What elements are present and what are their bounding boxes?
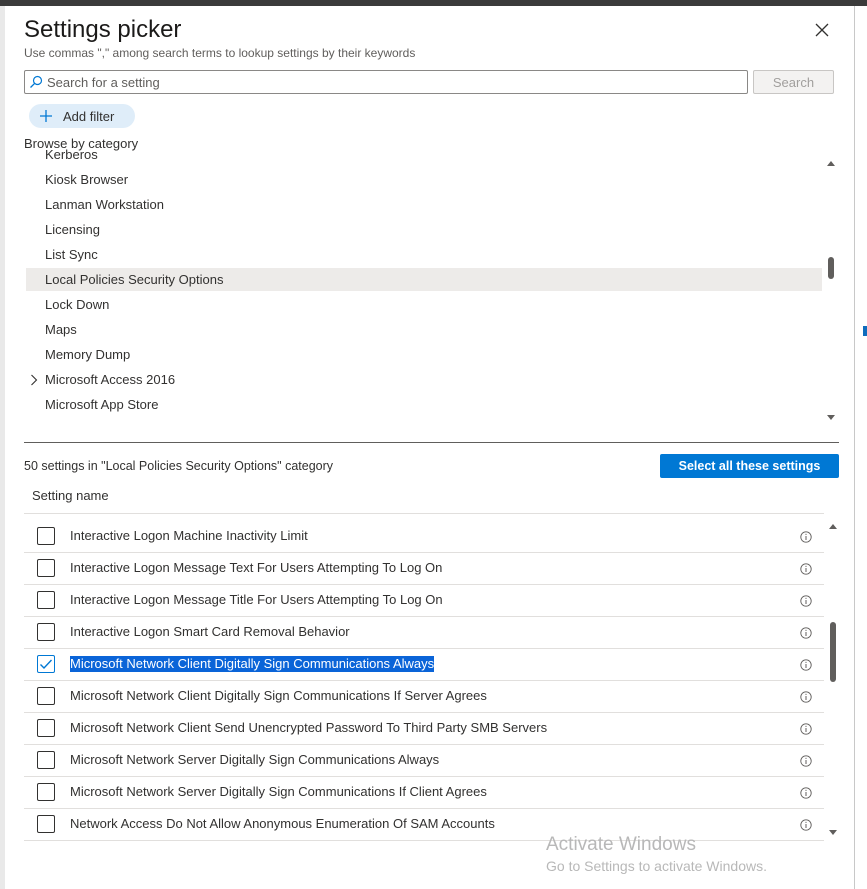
- setting-row[interactable]: Microsoft Network Server Digitally Sign …: [24, 745, 824, 777]
- column-header-divider: [24, 513, 824, 514]
- scroll-up-arrow-icon[interactable]: [829, 524, 837, 529]
- info-icon[interactable]: [800, 691, 812, 703]
- category-item-licensing[interactable]: Licensing: [26, 218, 822, 241]
- category-item-microsoft-access-2016[interactable]: Microsoft Access 2016: [26, 368, 822, 391]
- scroll-up-arrow-icon[interactable]: [827, 161, 835, 166]
- background-accent-mark: [863, 326, 867, 336]
- select-all-settings-button[interactable]: Select all these settings: [660, 454, 839, 478]
- watermark-subtitle: Go to Settings to activate Windows.: [546, 858, 767, 874]
- setting-row[interactable]: Microsoft Network Client Digitally Sign …: [24, 681, 824, 713]
- scroll-down-arrow-icon[interactable]: [829, 830, 837, 835]
- close-button[interactable]: [812, 20, 832, 40]
- setting-label: Microsoft Network Client Digitally Sign …: [70, 656, 435, 672]
- setting-label: Microsoft Network Client Send Unencrypte…: [70, 720, 548, 735]
- setting-checkbox[interactable]: [37, 559, 55, 577]
- dialog-title: Settings picker: [24, 16, 182, 43]
- category-label: Maps: [45, 322, 77, 337]
- setting-checkbox[interactable]: [37, 815, 55, 833]
- category-label: List Sync: [45, 247, 98, 262]
- info-icon[interactable]: [800, 531, 812, 543]
- category-label: Licensing: [45, 222, 100, 237]
- category-label: Kerberos: [45, 147, 98, 162]
- add-filter-button[interactable]: Add filter: [29, 104, 135, 128]
- info-icon[interactable]: [800, 755, 812, 767]
- background-page-edge: [854, 6, 867, 889]
- settings-scrollbar[interactable]: [826, 522, 840, 842]
- category-label: Memory Dump: [45, 347, 131, 362]
- setting-row[interactable]: Interactive Logon Message Text For Users…: [24, 553, 824, 585]
- category-label: Microsoft App Store: [45, 397, 159, 412]
- setting-row[interactable]: Microsoft Network Client Send Unencrypte…: [24, 713, 824, 745]
- category-scrollbar[interactable]: [824, 159, 838, 429]
- category-item-local-policies-security-options[interactable]: Local Policies Security Options: [26, 268, 822, 291]
- setting-label: Interactive Logon Message Text For Users…: [70, 560, 443, 575]
- info-icon[interactable]: [800, 787, 812, 799]
- scrollbar-thumb[interactable]: [828, 257, 834, 279]
- setting-checkbox[interactable]: [37, 687, 55, 705]
- setting-row[interactable]: Interactive Logon Message Title For User…: [24, 585, 824, 617]
- checkmark-icon: [40, 659, 53, 670]
- setting-label: Interactive Logon Machine Inactivity Lim…: [70, 528, 308, 543]
- add-filter-label: Add filter: [63, 108, 115, 124]
- setting-label: Microsoft Network Server Digitally Sign …: [70, 752, 440, 767]
- setting-label: Interactive Logon Smart Card Removal Beh…: [70, 624, 350, 639]
- category-item-kerberos[interactable]: Kerberos: [26, 147, 822, 166]
- scrollbar-thumb[interactable]: [830, 622, 836, 682]
- plus-icon: [33, 110, 59, 122]
- search-box[interactable]: [24, 70, 748, 94]
- category-item-maps[interactable]: Maps: [26, 318, 822, 341]
- category-label: Microsoft Access 2016: [45, 372, 176, 387]
- chevron-right-icon[interactable]: [30, 368, 40, 391]
- info-icon[interactable]: [800, 627, 812, 639]
- category-label: Lock Down: [45, 297, 110, 312]
- info-icon[interactable]: [800, 563, 812, 575]
- setting-checkbox[interactable]: [37, 719, 55, 737]
- watermark-title: Activate Windows: [546, 834, 696, 855]
- setting-row[interactable]: Interactive Logon Smart Card Removal Beh…: [24, 617, 824, 649]
- setting-checkbox[interactable]: [37, 751, 55, 769]
- category-item-kiosk-browser[interactable]: Kiosk Browser: [26, 168, 822, 191]
- category-label: Local Policies Security Options: [45, 272, 224, 287]
- category-label: Kiosk Browser: [45, 172, 129, 187]
- category-item-lanman-workstation[interactable]: Lanman Workstation: [26, 193, 822, 216]
- info-icon[interactable]: [800, 723, 812, 735]
- category-item-memory-dump[interactable]: Memory Dump: [26, 343, 822, 366]
- setting-checkbox[interactable]: [37, 527, 55, 545]
- settings-list: Interactive Logon Machine Inactivity Lim…: [24, 521, 824, 841]
- category-item-list-sync[interactable]: List Sync: [26, 243, 822, 266]
- settings-picker-dialog: Settings picker Use commas "," among sea…: [5, 6, 854, 889]
- dialog-subtitle: Use commas "," among search terms to loo…: [24, 46, 416, 60]
- scroll-down-arrow-icon[interactable]: [827, 415, 835, 420]
- setting-row[interactable]: Microsoft Network Server Digitally Sign …: [24, 777, 824, 809]
- setting-checkbox[interactable]: [37, 591, 55, 609]
- close-icon: [815, 23, 829, 37]
- info-icon[interactable]: [800, 659, 812, 671]
- setting-name-column-header: Setting name: [32, 488, 109, 503]
- info-icon[interactable]: [800, 595, 812, 607]
- search-input[interactable]: [47, 74, 747, 90]
- category-item-lock-down[interactable]: Lock Down: [26, 293, 822, 316]
- setting-label: Network Access Do Not Allow Anonymous En…: [70, 816, 495, 831]
- category-list: Kerberos Kiosk Browser Lanman Workstatio…: [26, 147, 822, 429]
- search-icon: [25, 71, 47, 93]
- setting-checkbox[interactable]: [37, 623, 55, 641]
- setting-row[interactable]: Microsoft Network Client Digitally Sign …: [24, 649, 824, 681]
- category-label: Lanman Workstation: [45, 197, 164, 212]
- category-item-microsoft-app-store[interactable]: Microsoft App Store: [26, 393, 822, 416]
- settings-count-label: 50 settings in "Local Policies Security …: [24, 459, 334, 473]
- section-divider: [24, 442, 839, 443]
- setting-checkbox[interactable]: [37, 655, 55, 673]
- setting-label: Interactive Logon Message Title For User…: [70, 592, 443, 607]
- info-icon[interactable]: [800, 819, 812, 831]
- search-button[interactable]: Search: [753, 70, 834, 94]
- setting-label: Microsoft Network Server Digitally Sign …: [70, 784, 487, 799]
- activate-windows-watermark: Activate Windows Go to Settings to activ…: [546, 834, 767, 874]
- setting-label: Microsoft Network Client Digitally Sign …: [70, 688, 487, 703]
- setting-checkbox[interactable]: [37, 783, 55, 801]
- setting-row[interactable]: Interactive Logon Machine Inactivity Lim…: [24, 521, 824, 553]
